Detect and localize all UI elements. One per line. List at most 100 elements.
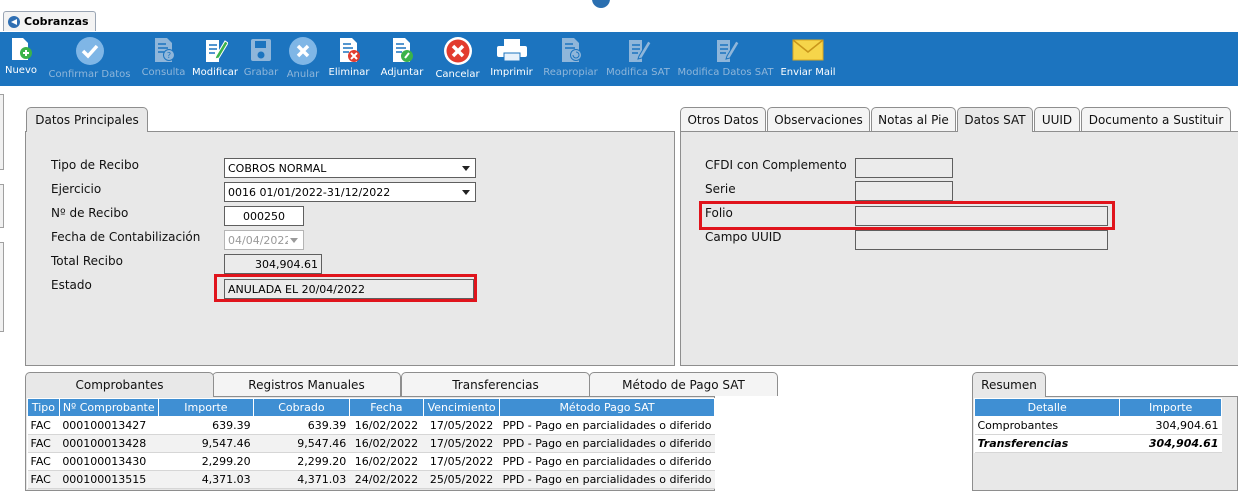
toolbar-button-label: Imprimir bbox=[490, 67, 533, 78]
left-splitter[interactable] bbox=[0, 86, 6, 491]
folio-highlight bbox=[699, 201, 1115, 230]
table-cell: 000100013515 bbox=[59, 470, 159, 489]
toolbar-button[interactable]: Grabar bbox=[240, 32, 282, 86]
toolbar-button-label: Adjuntar bbox=[380, 67, 424, 78]
table-cell: 17/05/2022 bbox=[423, 452, 500, 471]
comprobantes-table: Tipo Nº Comprobante Importe Cobrado Fecha Ven… bbox=[27, 398, 715, 489]
uuid-field[interactable] bbox=[855, 230, 1108, 250]
ejercicio-select[interactable]: 0016 01/01/2022-31/12/2022 bbox=[224, 182, 476, 202]
table-cell: 000100013428 bbox=[59, 434, 159, 453]
column-header[interactable]: Importe bbox=[1119, 398, 1222, 417]
table-row[interactable]: Transferencias 304,904.61 bbox=[974, 434, 1222, 453]
table-cell: PPD - Pago en parcialidades o diferido bbox=[499, 434, 715, 453]
ejercicio-label: Ejercicio bbox=[51, 182, 102, 196]
fecha-contabilizacion-label: Fecha de Contabilización bbox=[51, 230, 201, 244]
chevron-down-icon[interactable] bbox=[288, 231, 300, 249]
table-cell: 2,299.20 bbox=[158, 452, 254, 471]
tipo-recibo-label: Tipo de Recibo bbox=[51, 158, 139, 172]
table-cell: 000100013430 bbox=[59, 452, 159, 471]
toolbar-button[interactable]: Imprimir bbox=[485, 32, 538, 86]
toolbar-button-label: Consulta bbox=[141, 67, 186, 78]
toolbar-button-label: Modifica Datos SAT bbox=[677, 67, 774, 78]
tab-datos-principales-label: Datos Principales bbox=[35, 113, 139, 127]
toolbar-button[interactable]: Modificar bbox=[190, 32, 240, 86]
tab-sat-label: UUID bbox=[1041, 112, 1073, 127]
toolbar-button[interactable]: Anular bbox=[282, 32, 324, 86]
tab-bottom[interactable]: Comprobantes bbox=[25, 372, 214, 397]
table-cell: FAC bbox=[27, 452, 60, 471]
toolbar-button[interactable]: Eliminar bbox=[324, 32, 374, 86]
column-header[interactable]: Detalle bbox=[973, 398, 1121, 417]
column-header[interactable]: Nº Comprobante bbox=[58, 398, 159, 417]
table-cell: 16/02/2022 bbox=[349, 434, 424, 453]
tipo-recibo-select[interactable]: COBROS NORMAL bbox=[224, 158, 476, 178]
toolbar: Nuevo Confirmar Datos? Consulta Modificar Gr… bbox=[0, 32, 1238, 86]
edit-sat-data-icon bbox=[713, 36, 739, 64]
toolbar-button-label: Anular bbox=[286, 69, 320, 80]
tab-sat[interactable]: Datos SAT bbox=[957, 107, 1033, 132]
column-header[interactable]: Método Pago SAT bbox=[499, 398, 715, 417]
toolbar-button[interactable]: Adjuntar bbox=[374, 32, 430, 86]
toolbar-button[interactable]: Reapropiar bbox=[538, 32, 603, 86]
table-cell: FAC bbox=[27, 434, 60, 453]
toolbar-button[interactable]: Confirmar Datos bbox=[42, 32, 137, 86]
table-cell: 639.39 bbox=[158, 416, 254, 435]
tab-datos-principales[interactable]: Datos Principales bbox=[26, 107, 148, 132]
table-cell: 2,299.20 bbox=[253, 452, 350, 471]
toolbar-button[interactable]: Nuevo bbox=[0, 32, 42, 86]
toolbar-button[interactable]: Cancelar bbox=[430, 32, 485, 86]
left-splitter-handle[interactable] bbox=[0, 94, 4, 170]
chevron-down-icon[interactable] bbox=[460, 183, 472, 201]
tab-bottom[interactable]: Método de Pago SAT bbox=[589, 372, 778, 396]
toolbar-button[interactable]: Modifica SAT bbox=[603, 32, 673, 86]
tab-bottom[interactable]: Transferencias bbox=[401, 372, 590, 396]
tab-cobranzas[interactable]: Cobranzas bbox=[3, 11, 96, 31]
left-splitter-handle[interactable] bbox=[0, 184, 4, 228]
column-header[interactable]: Cobrado bbox=[253, 398, 350, 417]
tab-sat[interactable]: Notas al Pie bbox=[871, 107, 956, 131]
cfdi-label: CFDI con Complemento bbox=[705, 158, 847, 172]
tab-sat-label: Observaciones bbox=[774, 112, 863, 127]
edit-sat-icon bbox=[625, 36, 651, 64]
check-icon bbox=[75, 36, 105, 66]
tab-sat[interactable]: Documento a Sustituir bbox=[1081, 107, 1231, 131]
toolbar-button[interactable]: Enviar Mail bbox=[778, 32, 838, 86]
table-row[interactable]: Comprobantes 304,904.61 bbox=[974, 416, 1222, 435]
column-header[interactable]: Fecha bbox=[348, 398, 425, 417]
tab-bottom[interactable]: Registros Manuales bbox=[212, 372, 401, 396]
uuid-label: Campo UUID bbox=[705, 230, 782, 244]
chevron-down-icon[interactable] bbox=[460, 159, 472, 177]
printer-icon bbox=[495, 36, 529, 64]
left-splitter-handle[interactable] bbox=[0, 242, 4, 332]
tab-sat-label: Notas al Pie bbox=[878, 112, 949, 127]
tab-bottom-label: Comprobantes bbox=[75, 378, 164, 392]
column-header[interactable]: Tipo bbox=[27, 398, 60, 417]
datos-sat-panel: CFDI con Complemento Serie Folio Campo U… bbox=[680, 131, 1238, 366]
column-header[interactable]: Vencimiento bbox=[423, 398, 501, 417]
fecha-contabilizacion-field[interactable]: 04/04/2022 bbox=[224, 230, 304, 250]
table-cell: 17/05/2022 bbox=[423, 416, 500, 435]
tab-resumen[interactable]: Resumen bbox=[972, 372, 1046, 397]
numero-recibo-field[interactable]: 000250 bbox=[224, 206, 304, 226]
table-row[interactable]: FAC 000100013430 2,299.20 2,299.20 16/02/202… bbox=[27, 452, 715, 471]
tab-sat[interactable]: Observaciones bbox=[767, 107, 870, 131]
toolbar-button[interactable]: Modifica Datos SAT bbox=[673, 32, 778, 86]
cfdi-field[interactable] bbox=[855, 158, 953, 178]
toolbar-button[interactable]: ? Consulta bbox=[137, 32, 190, 86]
estado-highlight bbox=[214, 274, 477, 302]
tab-sat[interactable]: UUID bbox=[1034, 107, 1080, 131]
app-window: Cobranzas Nuevo Confirmar Datos? Consulta M… bbox=[0, 0, 1238, 491]
table-row[interactable]: FAC 000100013427 639.39 639.39 16/02/2022 17/… bbox=[27, 416, 715, 435]
tab-sat[interactable]: Otros Datos bbox=[680, 107, 766, 131]
table-cell: 304,904.61 bbox=[1119, 416, 1222, 435]
column-header[interactable]: Importe bbox=[157, 398, 255, 417]
toolbar-button-label: Cancelar bbox=[435, 69, 480, 80]
edit-icon bbox=[202, 36, 228, 64]
table-row[interactable]: FAC 000100013515 4,371.03 4,371.03 24/02/202… bbox=[27, 470, 715, 489]
toolbar-button-label: Reapropiar bbox=[543, 67, 598, 78]
fecha-contabilizacion-value: 04/04/2022 bbox=[228, 233, 288, 247]
serie-field[interactable] bbox=[855, 181, 953, 201]
table-cell: 17/05/2022 bbox=[423, 434, 500, 453]
table-row[interactable]: FAC 000100013428 9,547.46 9,547.46 16/02/202… bbox=[27, 434, 715, 453]
table-cell: 16/02/2022 bbox=[349, 452, 424, 471]
